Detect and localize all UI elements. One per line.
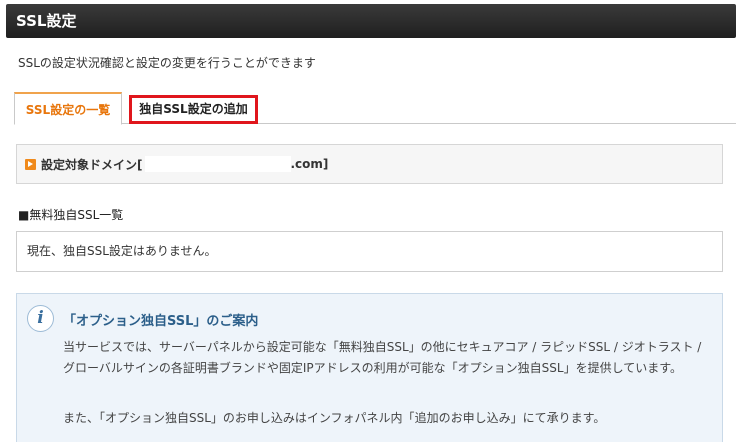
tab-ssl-list[interactable]: SSL設定の一覧 — [14, 92, 122, 125]
page-description: SSLの設定状況確認と設定の変更を行うことができます — [18, 56, 316, 70]
tab-add-ssl[interactable]: 独自SSL設定の追加 — [129, 95, 258, 124]
page-header: SSL設定 — [6, 4, 736, 38]
info-icon: i — [27, 305, 54, 332]
domain-label: 設定対象ドメイン[ — [41, 157, 143, 172]
info-paragraph-2: また、「オプション独自SSL」のお申し込みはインフォパネル内「追加のお申し込み」… — [63, 411, 606, 425]
info-paragraph: 当サービスでは、サーバーパネルから設定可能な「無料独自SSL」の他にセキュアコア… — [63, 340, 702, 375]
free-ssl-list-title: ■無料独自SSL一覧 — [18, 208, 124, 222]
info-title: 「オプション独自SSL」のご案内 — [63, 314, 259, 329]
page-title: SSL設定 — [16, 12, 77, 30]
domain-suffix: .com] — [290, 157, 329, 171]
arrow-right-icon — [25, 158, 36, 170]
target-domain-box: 設定対象ドメイン[ .com] — [16, 144, 723, 184]
empty-message: 現在、独自SSL設定はありません。 — [27, 244, 217, 258]
domain-redacted — [144, 156, 291, 172]
free-ssl-list: 現在、独自SSL設定はありません。 — [16, 231, 723, 272]
tab-bar: SSL設定の一覧 独自SSL設定の追加 — [14, 92, 736, 125]
option-ssl-info-box: i 「オプション独自SSL」のご案内 当サービスでは、サーバーパネルから設定可能… — [16, 293, 723, 442]
